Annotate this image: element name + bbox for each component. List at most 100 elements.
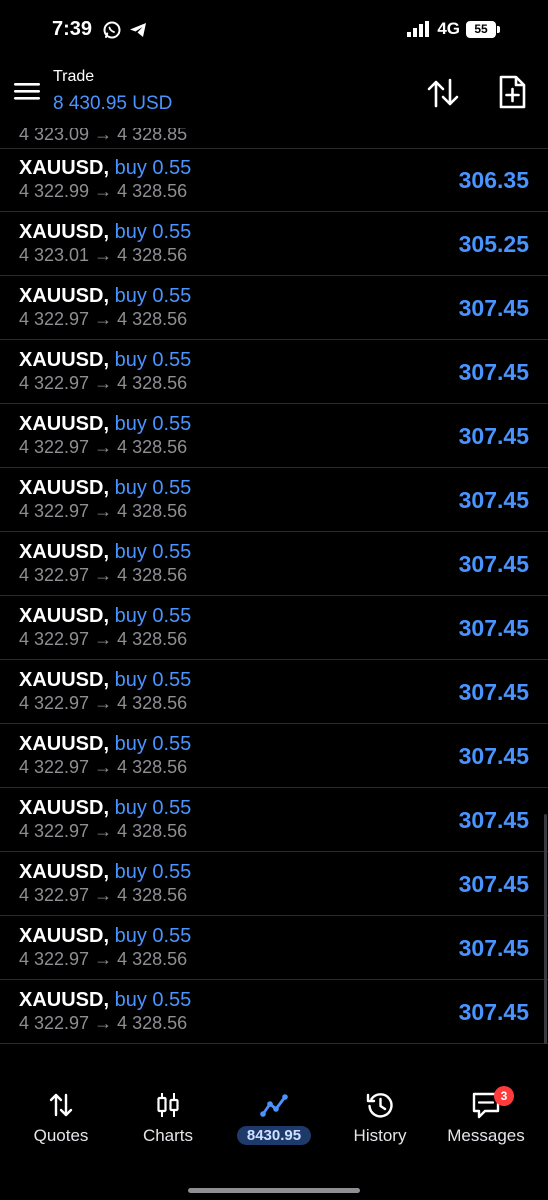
trade-side-volume: buy 0.55 — [114, 157, 192, 179]
trade-row[interactable]: XAUUSD, buy 0.55 4 322.97 → 4 328.56 307.4… — [0, 276, 548, 340]
trade-row[interactable]: XAUUSD, buy 0.55 4 322.97 → 4 328.56 307.4… — [0, 340, 548, 404]
trade-open-price: 4 322.97 — [19, 757, 90, 777]
trade-side-volume: buy 0.55 — [114, 861, 192, 883]
trade-separator: , — [103, 285, 115, 307]
trade-arrow: → — [94, 1013, 113, 1033]
nav-trade[interactable]: 8430.95 — [224, 1090, 324, 1145]
trade-prices: 4 322.97 → 4 328.56 — [19, 629, 187, 650]
trade-separator: , — [103, 349, 115, 371]
list-scrollbar[interactable] — [544, 814, 547, 1044]
trade-arrow: → — [94, 629, 113, 649]
trade-head: XAUUSD, buy 0.55 — [19, 477, 191, 500]
battery-level: 55 — [474, 22, 488, 36]
trade-row[interactable]: XAUUSD, buy 0.55 4 323.01 → 4 328.56 305.2… — [0, 212, 548, 276]
trade-head: XAUUSD, buy 0.55 — [19, 285, 191, 308]
trade-arrow: → — [94, 437, 113, 457]
trade-profit: 307.45 — [458, 551, 529, 577]
network-type: 4G — [437, 19, 460, 38]
trade-row[interactable]: XAUUSD, buy 0.55 4 322.97 → 4 328.56 307.4… — [0, 724, 548, 788]
account-balance: 8 430.95 USD — [53, 93, 173, 114]
trade-symbol: XAUUSD — [19, 925, 104, 947]
trade-side-volume: buy 0.55 — [114, 989, 192, 1011]
status-system-icons: 4G 55 — [407, 19, 500, 39]
trade-symbol: XAUUSD — [19, 157, 104, 179]
sort-button[interactable] — [424, 76, 462, 110]
trade-arrow: → — [94, 501, 113, 521]
trade-symbol: XAUUSD — [19, 413, 104, 435]
trade-symbol: XAUUSD — [19, 797, 104, 819]
trade-separator: , — [103, 477, 115, 499]
trade-separator: , — [103, 669, 115, 691]
nav-charts[interactable]: Charts — [118, 1090, 218, 1146]
trade-side-volume: buy 0.55 — [114, 221, 192, 243]
signal-icon — [407, 21, 430, 37]
quotes-icon — [49, 1093, 73, 1117]
nav-charts-label: Charts — [142, 1126, 194, 1145]
trade-side-volume: buy 0.55 — [114, 413, 192, 435]
trade-prices: 4 322.97 → 4 328.56 — [19, 821, 187, 842]
trade-row[interactable]: XAUUSD, buy 0.55 4 322.97 → 4 328.56 307.4… — [0, 660, 548, 724]
trade-symbol: XAUUSD — [19, 221, 104, 243]
trade-row[interactable]: XAUUSD, buy 0.55 4 322.97 → 4 328.56 307.4… — [0, 468, 548, 532]
trade-symbol: XAUUSD — [19, 861, 104, 883]
new-order-icon — [499, 75, 526, 109]
trade-arrow: → — [94, 565, 113, 585]
nav-history-label: History — [353, 1126, 407, 1145]
trade-current-price: 4 328.56 — [117, 885, 188, 905]
trade-open-price: 4 322.99 — [19, 181, 90, 201]
trade-profit: 307.45 — [458, 999, 529, 1025]
trade-row[interactable]: XAUUSD, buy 0.55 4 322.97 → 4 328.56 307.4… — [0, 916, 548, 980]
trade-current-price: 4 328.56 — [117, 629, 188, 649]
trade-symbol: XAUUSD — [19, 989, 104, 1011]
trade-row[interactable]: XAUUSD, buy 0.55 4 322.97 → 4 328.56 307.4… — [0, 980, 548, 1044]
whatsapp-icon — [103, 21, 121, 39]
trade-row[interactable]: XAUUSD, buy 0.55 4 322.97 → 4 328.56 307.4… — [0, 788, 548, 852]
trade-head: XAUUSD, buy 0.55 — [19, 605, 191, 628]
trade-current-price: 4 328.56 — [117, 693, 188, 713]
sort-icon — [427, 78, 459, 108]
trade-prices: 4 322.97 → 4 328.56 — [19, 309, 187, 330]
trade-prices: 4 323.01 → 4 328.56 — [19, 245, 187, 266]
trade-prices: 4 323.09 → 4 328.85 — [19, 128, 188, 144]
trade-side-volume: buy 0.55 — [114, 285, 192, 307]
menu-button[interactable] — [10, 74, 44, 108]
trade-row[interactable]: XAUUSD, buy 0.55 4 322.97 → 4 328.56 307.4… — [0, 532, 548, 596]
trade-arrow: → — [94, 309, 113, 329]
trade-prices: 4 322.97 → 4 328.56 — [19, 693, 187, 714]
trade-head: XAUUSD, buy 0.55 — [19, 221, 191, 244]
trade-current-price: 4 328.56 — [117, 821, 188, 841]
trade-head: XAUUSD, buy 0.55 — [19, 541, 191, 564]
trade-profit: 306.35 — [458, 167, 529, 193]
trade-current-price: 4 328.56 — [117, 437, 188, 457]
trade-separator: , — [103, 221, 115, 243]
trade-separator: , — [103, 797, 115, 819]
nav-quotes[interactable]: Quotes — [11, 1090, 111, 1146]
trade-head: XAUUSD, buy 0.55 — [19, 669, 191, 692]
trade-profit: 305.25 — [458, 231, 529, 257]
charts-icon — [157, 1093, 179, 1117]
trade-row[interactable]: XAUUSD, buy 0.55 4 322.97 → 4 328.56 307.4… — [0, 852, 548, 916]
trade-separator: , — [103, 413, 115, 435]
new-order-button[interactable] — [494, 74, 530, 110]
trade-icon — [260, 1094, 288, 1117]
trade-open-price: 4 322.97 — [19, 501, 90, 521]
app-header: Trade 8 430.95 USD — [0, 62, 548, 128]
trade-row[interactable]: XAUUSD, buy 0.55 4 322.97 → 4 328.56 307.4… — [0, 404, 548, 468]
trade-profit: 307.45 — [458, 295, 529, 321]
trade-list[interactable]: 4 323.09 → 4 328.85 XAUUSD, buy 0.55 4 32… — [0, 128, 548, 1044]
trade-row-partial[interactable]: 4 323.09 → 4 328.85 — [0, 128, 548, 149]
home-indicator[interactable] — [188, 1188, 360, 1193]
trade-arrow: → — [94, 885, 113, 905]
trade-prices: 4 322.97 → 4 328.56 — [19, 757, 187, 778]
trade-row[interactable]: XAUUSD, buy 0.55 4 322.99 → 4 328.56 306.3… — [0, 148, 548, 212]
trade-row[interactable]: XAUUSD, buy 0.55 4 322.97 → 4 328.56 307.4… — [0, 596, 548, 660]
trade-open-price: 4 322.97 — [19, 373, 90, 393]
nav-messages[interactable]: 3 Messages — [436, 1086, 536, 1146]
status-notification-icons — [102, 20, 148, 40]
nav-history[interactable]: History — [330, 1090, 430, 1146]
trade-open-price: 4 322.97 — [19, 565, 90, 585]
trade-profit: 307.45 — [458, 743, 529, 769]
trade-separator: , — [103, 733, 115, 755]
trade-profit: 307.45 — [458, 679, 529, 705]
trade-head: XAUUSD, buy 0.55 — [19, 861, 191, 884]
